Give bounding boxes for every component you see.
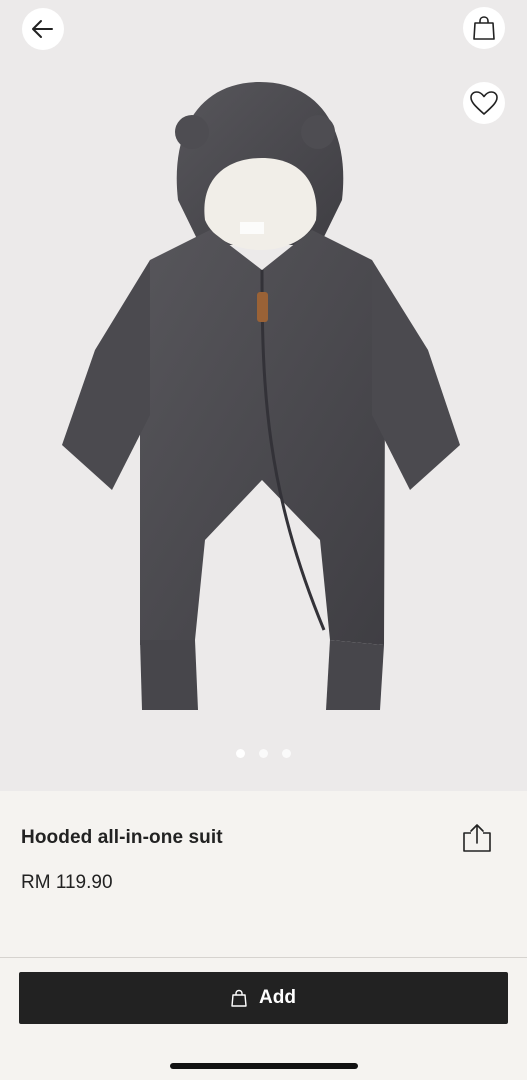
home-indicator[interactable]: [170, 1063, 358, 1069]
back-button[interactable]: [22, 8, 64, 50]
product-gallery[interactable]: [0, 0, 527, 791]
product-image: [62, 82, 460, 710]
arrow-left-icon: [32, 20, 53, 38]
gallery-dot[interactable]: [259, 749, 268, 758]
shopping-bag-icon: [473, 16, 495, 40]
favorite-button[interactable]: [463, 82, 505, 124]
gallery-dot[interactable]: [282, 749, 291, 758]
product-title: Hooded all-in-one suit: [21, 827, 223, 848]
gallery-dot[interactable]: [236, 749, 245, 758]
add-to-bag-button[interactable]: Add: [19, 972, 508, 1024]
shopping-bag-icon: [231, 989, 247, 1007]
product-price: RM 119.90: [21, 872, 113, 893]
share-button[interactable]: [458, 820, 496, 856]
shopping-bag-button[interactable]: [463, 7, 505, 49]
divider: [0, 957, 527, 958]
heart-icon: [470, 91, 498, 115]
share-icon: [463, 824, 491, 852]
gallery-pagination: [0, 749, 527, 758]
add-button-label: Add: [259, 987, 296, 1008]
product-info: Hooded all-in-one suit RM 119.90: [0, 791, 527, 957]
